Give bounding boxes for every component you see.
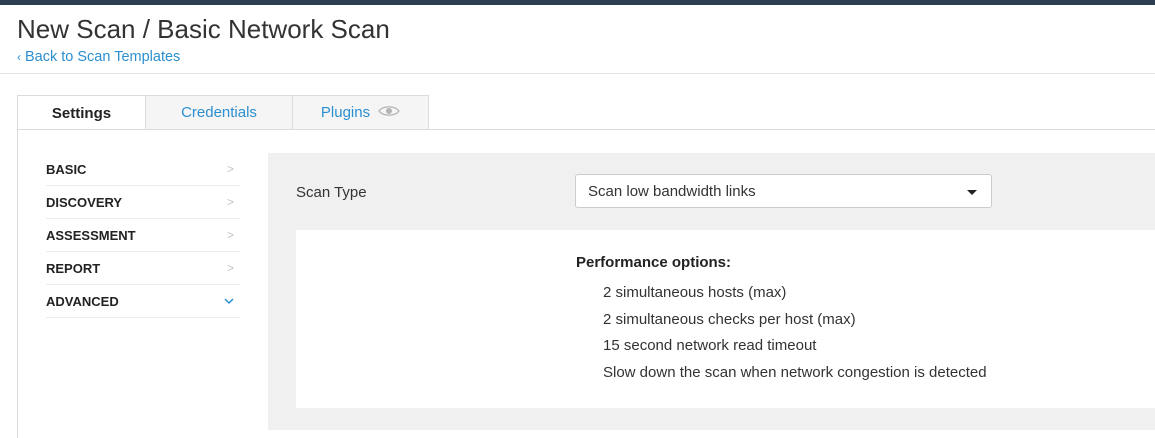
sidebar-item-label: ADVANCED	[46, 293, 119, 309]
chevron-right-icon: >	[226, 261, 234, 275]
performance-options-panel: Performance options: 2 simultaneous host…	[296, 230, 1155, 408]
settings-sidebar: BASIC > DISCOVERY > ASSESSMENT > REPORT …	[46, 153, 240, 318]
list-item: Slow down the scan when network congesti…	[603, 363, 987, 381]
chevron-right-icon: >	[226, 162, 234, 176]
tab-settings-label: Settings	[51, 104, 112, 122]
page-title: New Scan / Basic Network Scan	[17, 14, 390, 44]
header-divider	[0, 73, 1155, 74]
eye-icon[interactable]	[378, 104, 400, 121]
chevron-down-icon	[224, 294, 234, 308]
sidebar-item-label: ASSESSMENT	[46, 227, 136, 243]
caret-down-icon	[967, 190, 977, 195]
sidebar-item-label: BASIC	[46, 161, 87, 177]
tab-settings[interactable]: Settings	[17, 95, 146, 130]
back-link-label: Back to Scan Templates	[25, 49, 181, 65]
scan-type-label: Scan Type	[296, 184, 367, 201]
chevron-right-icon: >	[226, 195, 234, 209]
chevron-left-icon: ‹	[17, 50, 21, 64]
list-item: 2 simultaneous checks per host (max)	[603, 310, 856, 328]
list-item: 15 second network read timeout	[603, 337, 817, 354]
panel-border	[17, 129, 18, 438]
back-to-templates-link[interactable]: ‹ Back to Scan Templates	[17, 49, 180, 65]
sidebar-item-basic[interactable]: BASIC >	[46, 153, 240, 186]
scan-type-value: Scan low bandwidth links	[588, 183, 756, 200]
scan-type-select[interactable]: Scan low bandwidth links	[575, 174, 992, 208]
tabs-underline	[17, 129, 1155, 130]
tab-credentials-label: Credentials	[181, 104, 257, 121]
list-item: 2 simultaneous hosts (max)	[603, 284, 787, 301]
sidebar-item-label: DISCOVERY	[46, 194, 123, 210]
sidebar-item-discovery[interactable]: DISCOVERY >	[46, 186, 240, 219]
chevron-right-icon: >	[226, 228, 234, 242]
tab-plugins-label: Plugins	[320, 104, 371, 121]
tab-bar: Settings Credentials Plugins	[17, 95, 429, 130]
sidebar-item-report[interactable]: REPORT >	[46, 252, 240, 285]
top-bar	[0, 0, 1155, 5]
sidebar-item-label: REPORT	[46, 260, 101, 276]
sidebar-item-assessment[interactable]: ASSESSMENT >	[46, 219, 240, 252]
settings-content: Scan Type Scan low bandwidth links Perfo…	[268, 153, 1155, 430]
performance-options-list: 2 simultaneous hosts (max) 2 simultaneou…	[603, 284, 987, 390]
sidebar-item-advanced[interactable]: ADVANCED	[46, 285, 240, 318]
tab-plugins[interactable]: Plugins	[292, 95, 429, 129]
tab-credentials[interactable]: Credentials	[145, 95, 293, 129]
performance-options-title: Performance options:	[576, 254, 732, 271]
